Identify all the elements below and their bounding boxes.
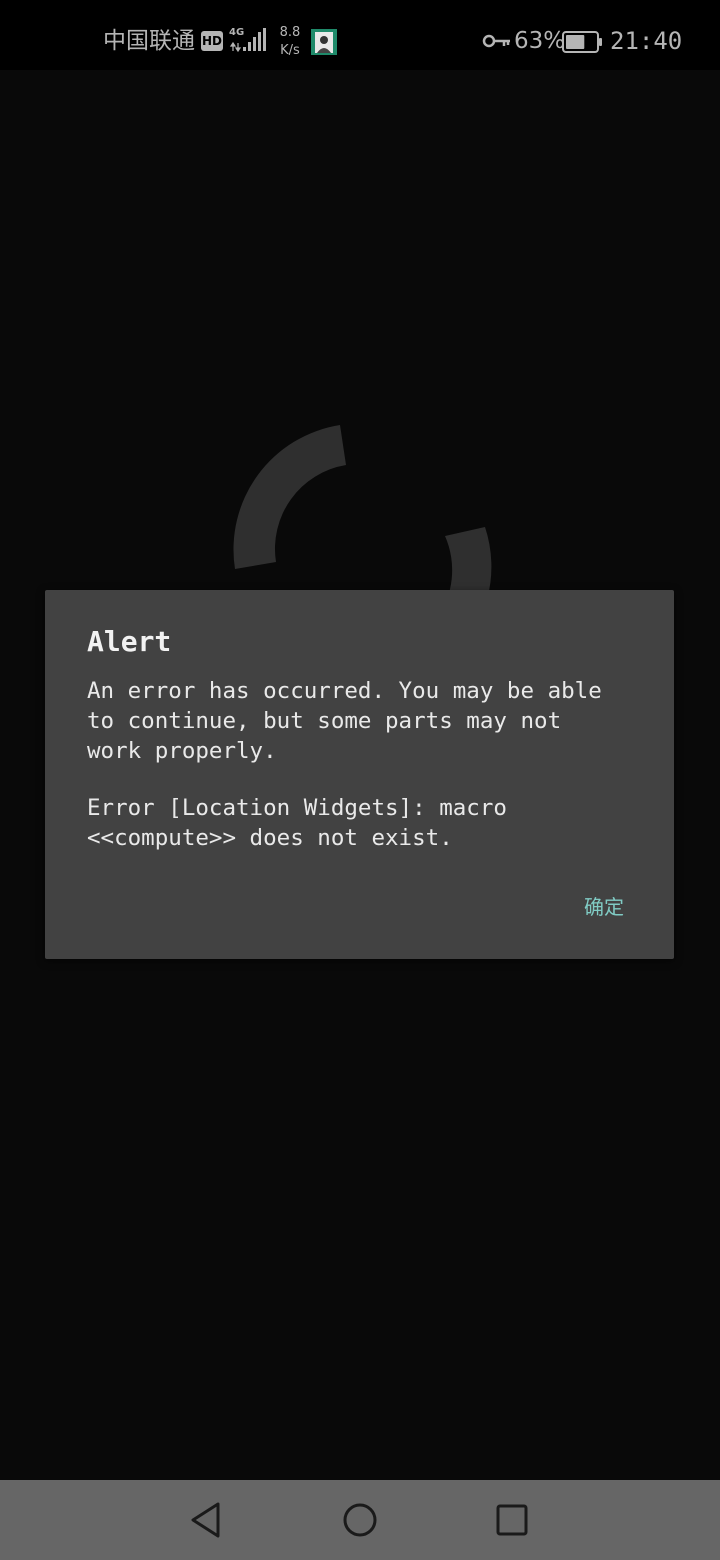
home-icon	[343, 1503, 377, 1537]
speed-value: 8.8	[279, 25, 301, 40]
dialog-error-text: Error [Location Widgets]: macro <<comput…	[87, 795, 507, 851]
clock: 21:40	[610, 27, 683, 55]
battery-icon	[562, 30, 604, 54]
recent-apps-icon	[496, 1504, 528, 1536]
app-notification-icon	[311, 29, 337, 55]
status-bar: 中国联通 HD 4G 8.8 K/s 63% 21:40	[0, 0, 720, 70]
home-button[interactable]	[338, 1498, 382, 1542]
hd-badge: HD	[201, 31, 223, 51]
navigation-bar	[0, 1480, 720, 1560]
battery-percent: 63%	[514, 28, 566, 54]
network-speed: 8.8 K/s	[274, 24, 306, 60]
dialog-message: An error has occurred. You may be able t…	[87, 678, 602, 764]
network-type: 4G	[229, 27, 245, 38]
screen: 中国联通 HD 4G 8.8 K/s 63% 21:40 Alert An er…	[0, 0, 720, 1560]
ok-button[interactable]: 确定	[578, 890, 630, 924]
recent-apps-button[interactable]	[490, 1498, 534, 1542]
carrier-name: 中国联通	[103, 28, 195, 54]
speed-unit: K/s	[280, 43, 300, 58]
spinner-arc-left	[233, 425, 346, 569]
vpn-key-icon	[482, 30, 512, 52]
dialog-title: Alert	[87, 625, 172, 658]
back-icon	[191, 1502, 220, 1538]
back-button[interactable]	[184, 1498, 228, 1542]
alert-dialog: Alert An error has occurred. You may be …	[45, 590, 674, 959]
